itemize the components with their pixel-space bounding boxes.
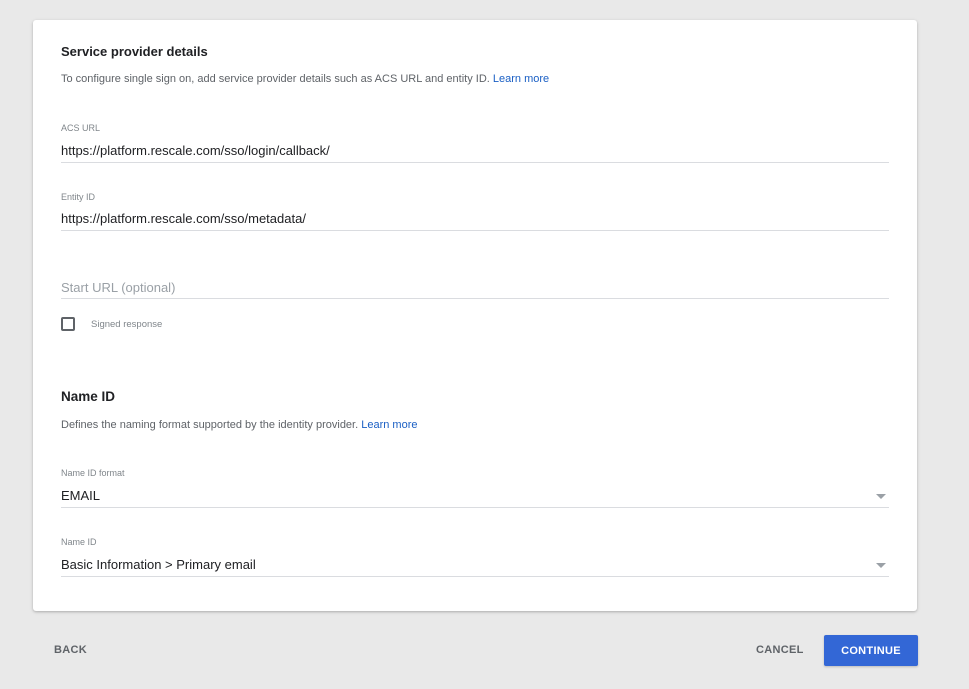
name-id-field-label: Name ID bbox=[61, 537, 97, 547]
entity-id-input[interactable]: https://platform.rescale.com/sso/metadat… bbox=[61, 211, 887, 226]
entity-id-underline bbox=[61, 230, 889, 231]
service-provider-learn-more-link[interactable]: Learn more bbox=[493, 73, 549, 85]
service-provider-title: Service provider details bbox=[61, 44, 208, 59]
name-id-value: Basic Information > Primary email bbox=[61, 557, 256, 572]
name-id-format-value: EMAIL bbox=[61, 488, 101, 503]
chevron-down-icon bbox=[876, 494, 886, 499]
name-id-description: Defines the naming format supported by t… bbox=[61, 419, 418, 431]
back-button[interactable]: BACK bbox=[54, 644, 87, 656]
sso-settings-card: Service provider details To configure si… bbox=[33, 20, 917, 611]
start-url-underline bbox=[61, 298, 889, 299]
name-id-select[interactable]: Basic Information > Primary email bbox=[61, 555, 889, 577]
start-url-input[interactable]: Start URL (optional) bbox=[61, 280, 887, 295]
name-id-description-text: Defines the naming format supported by t… bbox=[61, 419, 359, 431]
service-provider-description: To configure single sign on, add service… bbox=[61, 73, 549, 85]
continue-button[interactable]: CONTINUE bbox=[824, 635, 918, 666]
name-id-format-select[interactable]: EMAIL bbox=[61, 486, 889, 508]
acs-url-label: ACS URL bbox=[61, 123, 101, 133]
cancel-button[interactable]: CANCEL bbox=[756, 644, 804, 656]
acs-url-input[interactable]: https://platform.rescale.com/sso/login/c… bbox=[61, 143, 887, 158]
name-id-learn-more-link[interactable]: Learn more bbox=[361, 419, 417, 431]
name-id-format-label: Name ID format bbox=[61, 468, 125, 478]
name-id-format-underline bbox=[61, 507, 889, 508]
chevron-down-icon bbox=[876, 563, 886, 568]
name-id-underline bbox=[61, 576, 889, 577]
name-id-title: Name ID bbox=[61, 389, 116, 404]
signed-response-label: Signed response bbox=[91, 319, 163, 330]
service-provider-description-text: To configure single sign on, add service… bbox=[61, 73, 490, 85]
entity-id-label: Entity ID bbox=[61, 192, 96, 202]
acs-url-underline bbox=[61, 162, 889, 163]
signed-response-checkbox[interactable] bbox=[61, 317, 75, 331]
